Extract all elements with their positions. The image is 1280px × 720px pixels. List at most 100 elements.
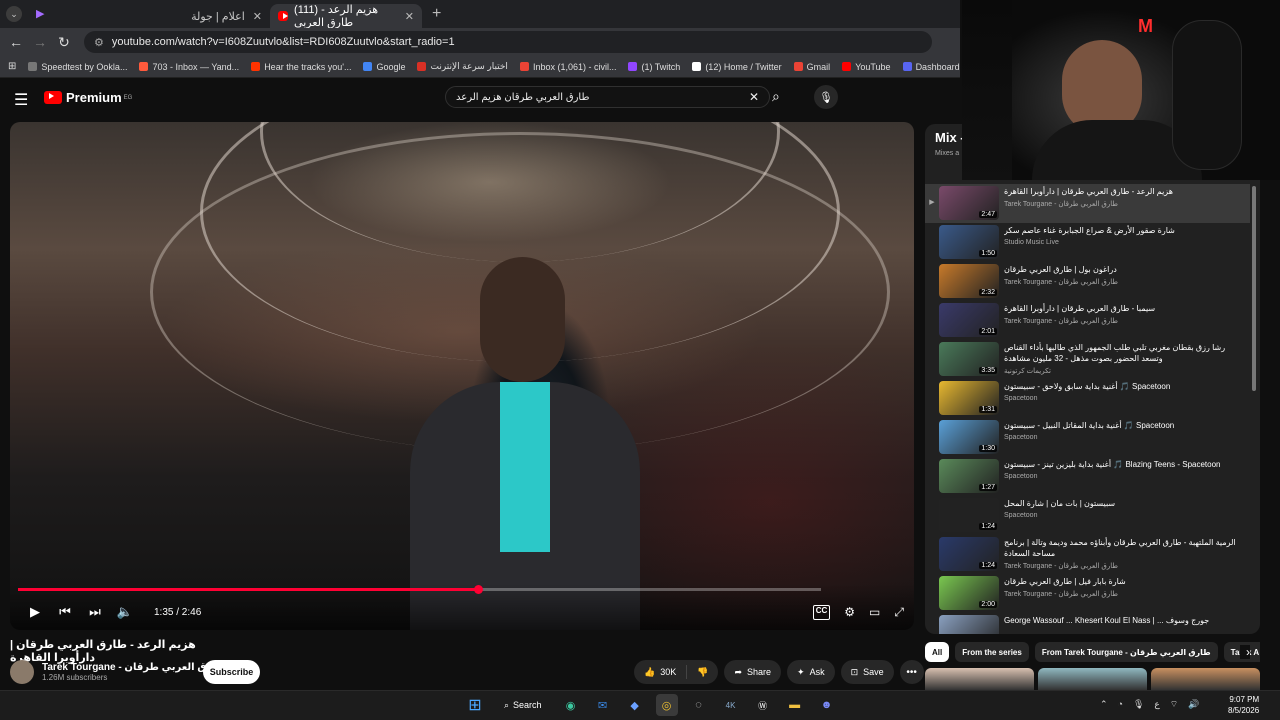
playlist-thumbnail[interactable]: 2:47: [939, 186, 999, 220]
playlist-thumbnail[interactable]: 3:35: [939, 342, 999, 376]
tray-mic-icon[interactable]: 🎙: [1133, 699, 1144, 710]
playlist-thumbnail[interactable]: 1:30: [939, 420, 999, 454]
playlist-thumbnail[interactable]: 1:24: [939, 498, 999, 532]
file-explorer-icon[interactable]: ▬: [784, 694, 806, 716]
playlist-item[interactable]: George Wassouf ... Khesert Koul El Nass …: [925, 613, 1250, 634]
play-icon[interactable]: ▶: [20, 604, 50, 620]
bookmark-item[interactable]: Dashboard - Restre...: [902, 61, 960, 72]
playlist-item[interactable]: 1:30 أغنية بداية المقاتل النبيل - سبيستون…: [925, 418, 1250, 457]
back-icon[interactable]: ←: [4, 34, 28, 50]
tab-1-close-icon[interactable]: ✕: [253, 10, 262, 23]
like-button[interactable]: 👍 30K: [634, 660, 686, 684]
playlist-item[interactable]: 2:01 سيمبا - طارق العربي طرقان | دارأوبرا…: [925, 301, 1250, 340]
discord-icon[interactable]: ☻: [816, 694, 838, 716]
chrome-profile-icon[interactable]: ◌: [688, 694, 710, 716]
address-bar[interactable]: ⚙ youtube.com/watch?v=I608Zuutvlo&list=R…: [84, 31, 932, 53]
bookmark-item[interactable]: Inbox (1,061) - civil...: [519, 61, 616, 72]
share-button[interactable]: ➦ Share: [724, 660, 782, 684]
recommended-thumbnail[interactable]: [1151, 668, 1260, 690]
search-icon[interactable]: ⌕: [772, 88, 780, 105]
tab-search-dropdown[interactable]: ⌄: [6, 6, 22, 22]
bookmark-item[interactable]: Google: [363, 61, 405, 72]
forward-icon[interactable]: →: [28, 34, 52, 50]
bookmark-item[interactable]: (12) Home / Twitter: [692, 61, 782, 72]
taskbar-search[interactable]: ⌕ Search: [496, 694, 550, 716]
search-input[interactable]: طارق العربي طرقان هزيم الرعد ✕: [445, 86, 770, 108]
progress-bar[interactable]: [18, 585, 821, 594]
tray-app-icon[interactable]: ◔: [1118, 699, 1123, 710]
playlist-thumbnail[interactable]: [939, 615, 999, 634]
previous-icon[interactable]: ⏮: [50, 604, 80, 620]
pin-icon[interactable]: ◆: [624, 694, 646, 716]
playlist-thumbnail[interactable]: 2:32: [939, 264, 999, 298]
edge-icon[interactable]: ◉: [560, 694, 582, 716]
youtube-logo[interactable]: Premium EG: [44, 90, 132, 105]
clear-search-icon[interactable]: ✕: [749, 90, 759, 104]
playlist-thumbnail[interactable]: 1:24: [939, 537, 999, 571]
outlook-icon[interactable]: ✉: [592, 694, 614, 716]
captions-icon[interactable]: CC: [812, 604, 831, 620]
wordpad-icon[interactable]: Ⓦ: [752, 694, 774, 716]
progress-scrubber[interactable]: [473, 585, 483, 594]
extension-icon[interactable]: ▶: [36, 7, 50, 21]
ask-button[interactable]: ✦ Ask: [787, 660, 835, 684]
chrome-icon[interactable]: ◎: [655, 694, 678, 716]
tab-2-active[interactable]: (111) هزيم الرعد - طارق العربي ✕: [270, 4, 422, 29]
video-player[interactable]: ▶ ⏮ ⏭ 🔈 1:35 / 2:46 CC ⚙ ▭ ⤢: [10, 122, 914, 630]
playlist-item[interactable]: 2:32 دراغون بول | طارق العربي طرقان Tarek …: [925, 262, 1250, 301]
filter-chip[interactable]: All: [925, 642, 950, 662]
wifi-icon[interactable]: ⌔: [1170, 699, 1178, 710]
playlist-item[interactable]: 1:24 سبيستون | بات مان | شارة المحل Spacet…: [925, 496, 1250, 535]
bookmark-item[interactable]: اختبار سرعة الإنترنت: [417, 61, 508, 72]
bookmark-item[interactable]: Speedtest by Ookla...: [28, 61, 127, 72]
taskbar-clock[interactable]: 9:07 PM 8/5/2026: [1228, 694, 1259, 716]
channel-name[interactable]: Tarek Tourgane - طارق العربي طرقان: [42, 662, 225, 673]
recommended-thumbnail[interactable]: [925, 668, 1034, 690]
playlist-item[interactable]: 1:24 الرمية الملتهبة - طارق العربي طرقان …: [925, 535, 1250, 574]
fullscreen-icon[interactable]: ⤢: [894, 605, 904, 620]
filter-chip[interactable]: From Tarek Tourgane - طارق العربي طرقان: [1034, 642, 1218, 662]
channel-avatar[interactable]: [10, 660, 34, 684]
tab-2-close-icon[interactable]: ✕: [405, 10, 414, 23]
playlist-item[interactable]: ▶ 2:47 هزيم الرعد - طارق العربي طرقان | دا…: [925, 184, 1250, 223]
playlist-thumbnail[interactable]: 1:31: [939, 381, 999, 415]
chevron-right-icon[interactable]: ›: [1240, 645, 1250, 659]
language-indicator[interactable]: ع: [1154, 699, 1159, 710]
playlist-item[interactable]: 1:27 أغنية بداية بليزين تينز - سبيستون 🎵 …: [925, 457, 1250, 496]
volume-icon[interactable]: 🔈: [110, 604, 140, 620]
site-info-icon[interactable]: ⚙: [94, 36, 104, 49]
windows-start-icon[interactable]: ⊞: [464, 694, 486, 716]
playlist-thumbnail[interactable]: 1:27: [939, 459, 999, 493]
playlist-thumbnail[interactable]: 1:50: [939, 225, 999, 259]
menu-icon[interactable]: ☰: [14, 90, 28, 110]
bookmark-item[interactable]: Gmail: [793, 61, 830, 72]
bookmark-item[interactable]: 703 - Inbox — Yand...: [139, 61, 239, 72]
bookmark-item[interactable]: Hear the tracks you'...: [251, 61, 351, 72]
playlist-item[interactable]: 1:50 شارة صقور الأرض & صراع الجبابرة غناء…: [925, 223, 1250, 262]
subscribe-button[interactable]: Subscribe: [203, 660, 260, 684]
playlist-item[interactable]: 2:00 شارة بابار فيل | طارق العربي طرقان Ta…: [925, 574, 1250, 613]
apps-icon[interactable]: ⊞: [8, 61, 16, 72]
dislike-button[interactable]: 👎: [687, 660, 718, 684]
save-button[interactable]: ⊡ Save: [840, 660, 894, 684]
tray-chevron-icon[interactable]: ⌃: [1100, 699, 1108, 710]
more-actions-icon[interactable]: •••: [899, 660, 924, 684]
next-icon[interactable]: ⏭: [80, 604, 110, 620]
bookmark-item[interactable]: (1) Twitch: [628, 61, 680, 72]
settings-icon[interactable]: ⚙: [844, 605, 855, 620]
playlist-item[interactable]: 1:31 أغنية بداية سابق ولاحق - سبيستون 🎵 S…: [925, 379, 1250, 418]
miniplayer-icon[interactable]: ▭: [869, 605, 880, 620]
recommended-thumbnail[interactable]: [1038, 668, 1147, 690]
playlist-item[interactable]: 3:35 رشا رزق بقطان مغربي تلبي طلب الجمهور…: [925, 340, 1250, 379]
tab-1[interactable]: اعلام | جولة ✕: [120, 4, 270, 28]
bookmark-item[interactable]: YouTube: [842, 61, 891, 72]
reload-icon[interactable]: ↻: [52, 34, 76, 51]
new-tab-icon[interactable]: +: [432, 5, 441, 23]
microphone-icon[interactable]: 🎙: [814, 85, 838, 109]
speaker-icon[interactable]: 🔊: [1188, 699, 1199, 710]
playlist-scrollbar[interactable]: [1252, 186, 1256, 391]
playlist-thumbnail[interactable]: 2:00: [939, 576, 999, 610]
filter-chip[interactable]: From the series: [955, 642, 1029, 662]
playlist-thumbnail[interactable]: 2:01: [939, 303, 999, 337]
4k-downloader-icon[interactable]: 4K: [720, 694, 742, 716]
